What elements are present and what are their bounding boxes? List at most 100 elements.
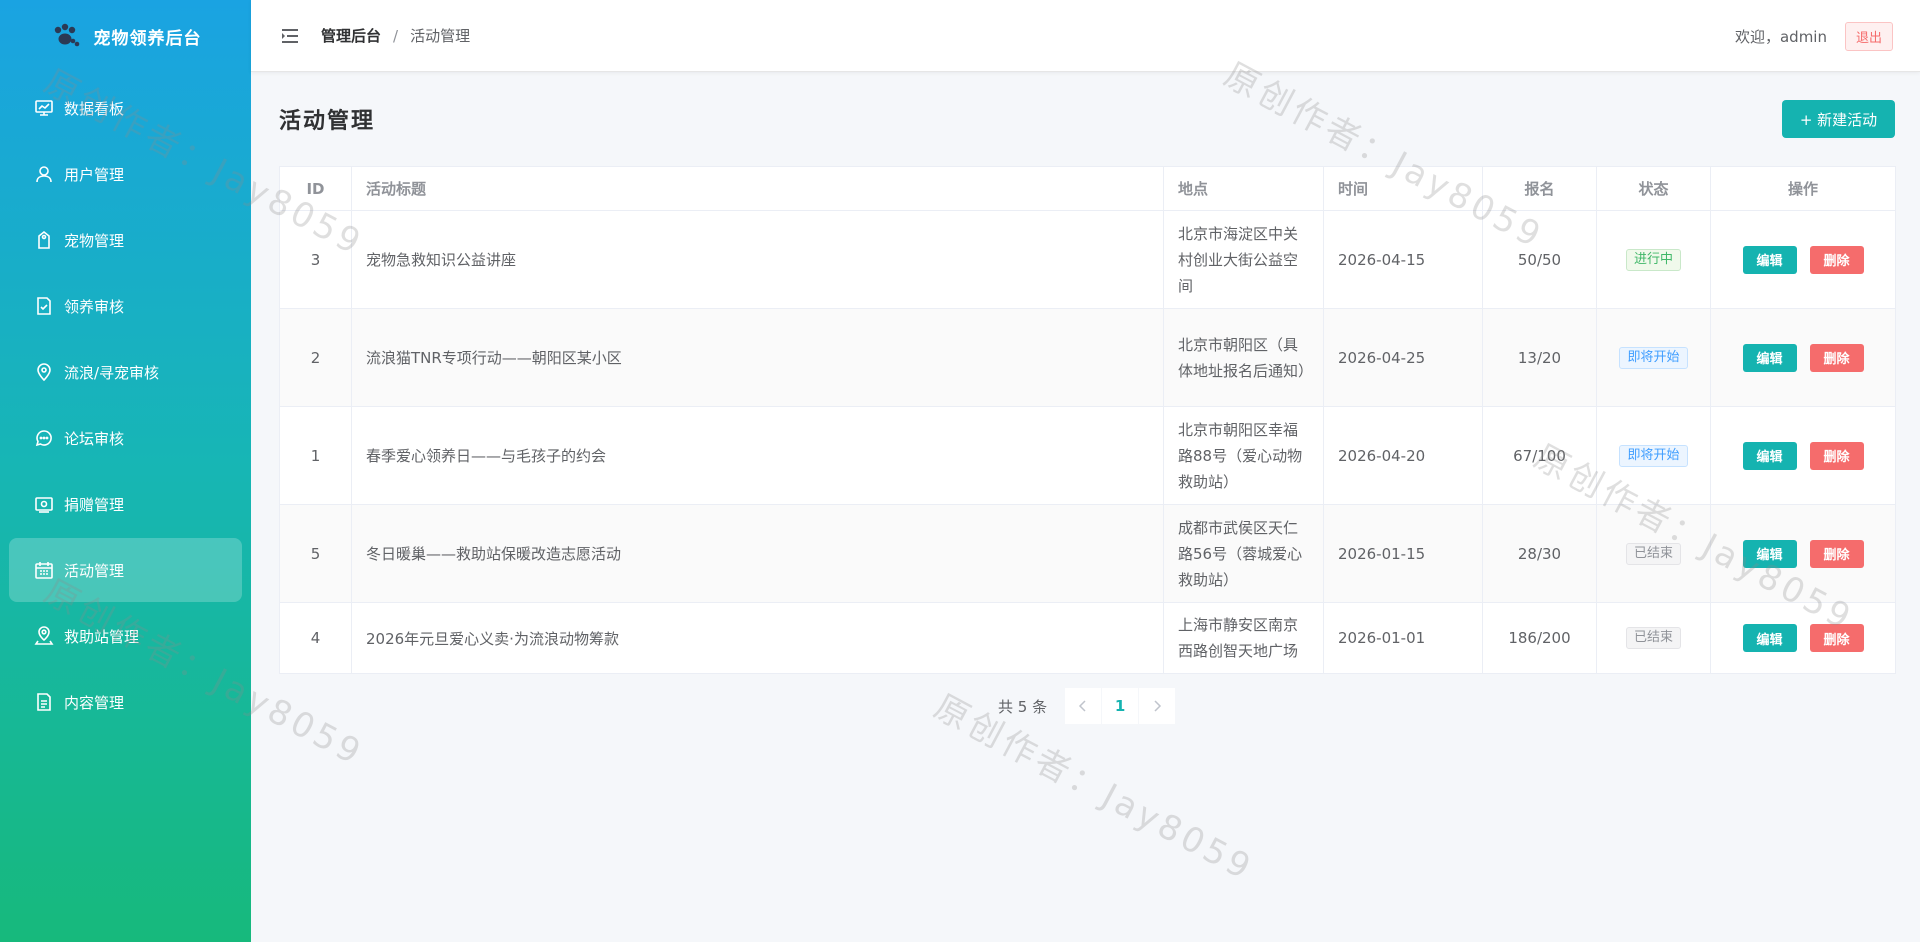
prev-page-button[interactable] bbox=[1065, 688, 1102, 724]
sidebar-item-label: 流浪/寻宠审核 bbox=[64, 363, 160, 382]
activity-table: ID 活动标题 地点 时间 报名 状态 操作 3 宠物急救知识公益讲座 北京市海… bbox=[279, 166, 1896, 674]
table-row: 2 流浪猫TNR专项行动——朝阳区某小区 北京市朝阳区（具体地址报名后通知） 2… bbox=[279, 308, 1896, 407]
cell-status: 已结束 bbox=[1596, 602, 1711, 674]
sidebar-item-content[interactable]: 内容管理 bbox=[9, 670, 242, 734]
cell-signup: 186/200 bbox=[1482, 602, 1597, 674]
status-badge: 即将开始 bbox=[1619, 346, 1688, 369]
cell-title: 春季爱心领养日——与毛孩子的约会 bbox=[351, 406, 1164, 505]
cell-location: 上海市静安区南京西路创智天地广场 bbox=[1163, 602, 1324, 674]
top-header: 管理后台 / 活动管理 欢迎，admin 退出 bbox=[251, 0, 1920, 72]
sidebar-item-adoption-review[interactable]: 领养审核 bbox=[9, 274, 242, 338]
cell-time: 2026-01-15 bbox=[1323, 504, 1483, 603]
map-pin-icon bbox=[34, 626, 54, 645]
status-badge: 进行中 bbox=[1625, 248, 1681, 271]
cell-signup: 67/100 bbox=[1482, 406, 1597, 505]
col-header-status[interactable]: 状态 bbox=[1596, 166, 1711, 211]
page-title: 活动管理 bbox=[279, 108, 376, 134]
chevron-right-icon bbox=[1154, 700, 1162, 712]
document-check-icon bbox=[37, 297, 51, 315]
delete-button[interactable]: 删除 bbox=[1809, 245, 1864, 274]
main-content: 活动管理 + 新建活动 ID 活动标题 地点 时间 报名 状态 操作 3 宠物急… bbox=[279, 72, 1896, 674]
edit-button[interactable]: 编辑 bbox=[1742, 343, 1797, 372]
breadcrumb-root[interactable]: 管理后台 bbox=[321, 25, 381, 46]
edit-button[interactable]: 编辑 bbox=[1742, 539, 1797, 568]
tag-icon bbox=[38, 230, 50, 249]
sidebar-item-label: 内容管理 bbox=[64, 693, 125, 712]
sidebar-item-dashboard[interactable]: 数据看板 bbox=[9, 76, 242, 140]
col-header-signup[interactable]: 报名 bbox=[1482, 166, 1597, 211]
cell-time: 2026-01-01 bbox=[1323, 602, 1483, 674]
table-row: 1 春季爱心领养日——与毛孩子的约会 北京市朝阳区幸福路88号（爱心动物救助站）… bbox=[279, 406, 1896, 505]
calendar-icon bbox=[35, 562, 53, 579]
cell-actions: 编辑 删除 bbox=[1710, 210, 1896, 309]
sidebar-item-forum-review[interactable]: 论坛审核 bbox=[9, 406, 242, 470]
cell-signup: 28/30 bbox=[1482, 504, 1597, 603]
sidebar: 宠物领养后台 数据看板 用户管理 宠物管理 领养审核 流浪/寻宠审核 论坛审核 … bbox=[0, 0, 251, 942]
sidebar-item-label: 数据看板 bbox=[64, 99, 125, 118]
col-header-id[interactable]: ID bbox=[279, 166, 352, 211]
cell-location: 北京市朝阳区幸福路88号（爱心动物救助站） bbox=[1163, 406, 1324, 505]
sidebar-item-label: 论坛审核 bbox=[64, 429, 125, 448]
cell-time: 2026-04-20 bbox=[1323, 406, 1483, 505]
delete-button[interactable]: 删除 bbox=[1809, 441, 1864, 470]
chat-icon bbox=[35, 430, 52, 447]
location-icon bbox=[37, 363, 51, 382]
cell-actions: 编辑 删除 bbox=[1710, 406, 1896, 505]
delete-button[interactable]: 删除 bbox=[1809, 539, 1864, 568]
status-badge: 即将开始 bbox=[1619, 444, 1688, 467]
new-activity-button[interactable]: + 新建活动 bbox=[1782, 100, 1895, 138]
cell-actions: 编辑 删除 bbox=[1710, 504, 1896, 603]
cell-status: 进行中 bbox=[1596, 210, 1711, 309]
col-header-time[interactable]: 时间 bbox=[1323, 166, 1483, 211]
cell-time: 2026-04-25 bbox=[1323, 308, 1483, 407]
money-icon bbox=[35, 497, 53, 513]
sidebar-item-label: 活动管理 bbox=[64, 561, 125, 580]
brand[interactable]: 宠物领养后台 bbox=[0, 0, 251, 72]
brand-title: 宠物领养后台 bbox=[93, 28, 202, 49]
cell-title: 宠物急救知识公益讲座 bbox=[351, 210, 1164, 309]
menu-fold-icon[interactable] bbox=[281, 28, 299, 44]
pagination-total: 共 5 条 bbox=[998, 697, 1048, 716]
sidebar-item-stray-review[interactable]: 流浪/寻宠审核 bbox=[9, 340, 242, 404]
col-header-title[interactable]: 活动标题 bbox=[351, 166, 1164, 211]
cell-actions: 编辑 删除 bbox=[1710, 602, 1896, 674]
cell-location: 成都市武侯区天仁路56号（蓉城爱心救助站） bbox=[1163, 504, 1324, 603]
status-badge: 已结束 bbox=[1625, 627, 1681, 649]
cell-id: 3 bbox=[279, 210, 352, 309]
sidebar-item-label: 用户管理 bbox=[64, 165, 125, 184]
next-page-button[interactable] bbox=[1139, 688, 1176, 724]
delete-button[interactable]: 删除 bbox=[1809, 343, 1864, 372]
cell-signup: 50/50 bbox=[1482, 210, 1597, 309]
edit-button[interactable]: 编辑 bbox=[1742, 624, 1797, 652]
cell-title: 2026年元旦爱心义卖·为流浪动物筹款 bbox=[351, 602, 1164, 674]
edit-button[interactable]: 编辑 bbox=[1742, 441, 1797, 470]
sidebar-item-label: 救助站管理 bbox=[64, 627, 140, 646]
edit-button[interactable]: 编辑 bbox=[1742, 245, 1797, 274]
cell-status: 即将开始 bbox=[1596, 308, 1711, 407]
col-header-actions: 操作 bbox=[1710, 166, 1896, 211]
paw-icon bbox=[54, 23, 79, 47]
cell-id: 2 bbox=[279, 308, 352, 407]
page-number-button[interactable]: 1 bbox=[1102, 688, 1139, 724]
table-header-row: ID 活动标题 地点 时间 报名 状态 操作 bbox=[279, 166, 1896, 211]
breadcrumb: 管理后台 / 活动管理 bbox=[321, 25, 470, 46]
document-icon bbox=[37, 693, 51, 711]
col-header-location[interactable]: 地点 bbox=[1163, 166, 1324, 211]
sidebar-item-pets[interactable]: 宠物管理 bbox=[9, 208, 242, 272]
delete-button[interactable]: 删除 bbox=[1809, 624, 1864, 652]
cell-title: 流浪猫TNR专项行动——朝阳区某小区 bbox=[351, 308, 1164, 407]
cell-time: 2026-04-15 bbox=[1323, 210, 1483, 309]
logout-button[interactable]: 退出 bbox=[1844, 22, 1893, 51]
dashboard-icon bbox=[35, 100, 53, 116]
cell-status: 已结束 bbox=[1596, 504, 1711, 603]
table-row: 4 2026年元旦爱心义卖·为流浪动物筹款 上海市静安区南京西路创智天地广场 2… bbox=[279, 602, 1896, 674]
pagination: 共 5 条 1 bbox=[998, 688, 1176, 724]
cell-id: 5 bbox=[279, 504, 352, 603]
sidebar-item-rescue-stations[interactable]: 救助站管理 bbox=[9, 604, 242, 668]
sidebar-item-activities[interactable]: 活动管理 bbox=[9, 538, 242, 602]
cell-actions: 编辑 删除 bbox=[1710, 308, 1896, 407]
sidebar-item-label: 捐赠管理 bbox=[64, 495, 125, 514]
breadcrumb-separator: / bbox=[393, 26, 399, 45]
sidebar-item-users[interactable]: 用户管理 bbox=[9, 142, 242, 206]
sidebar-item-donations[interactable]: 捐赠管理 bbox=[9, 472, 242, 536]
